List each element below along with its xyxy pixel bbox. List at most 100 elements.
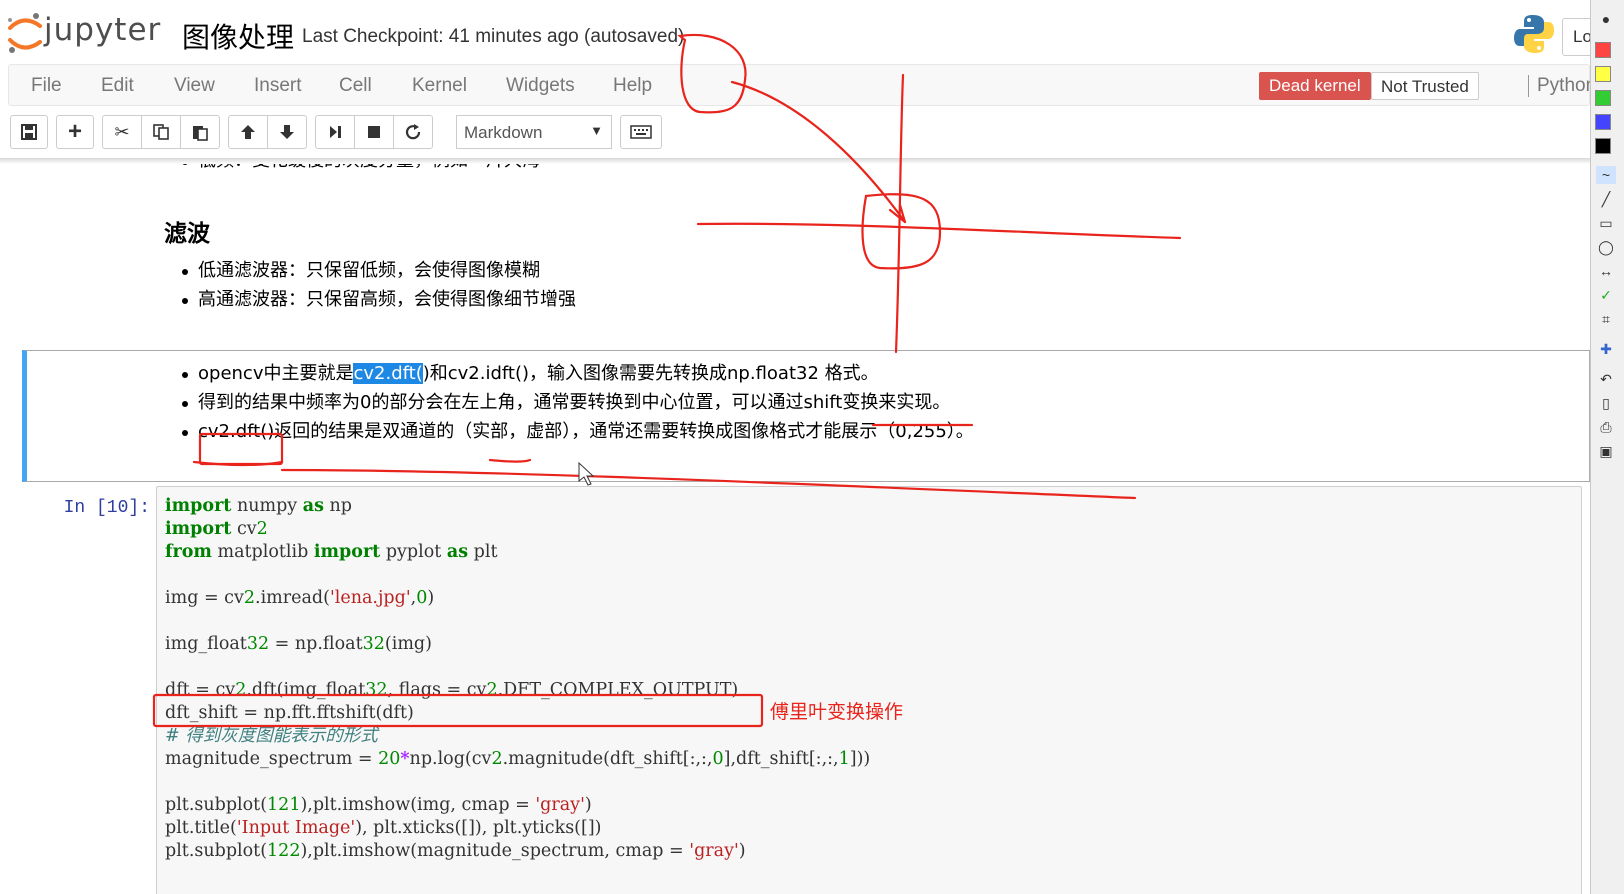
code-line: img = cv2.imread('lena.jpg',0) — [165, 588, 435, 608]
move-down-button[interactable] — [267, 115, 307, 149]
trust-status-button[interactable]: Not Trusted — [1371, 72, 1479, 100]
menu-cell[interactable]: Cell — [339, 75, 372, 97]
kernel-name: Python — [1537, 75, 1597, 96]
restart-button[interactable] — [393, 115, 433, 149]
code-editor[interactable]: import numpy as np import cv2 from matplot… — [156, 486, 1582, 894]
save-icon — [21, 124, 37, 140]
kernel-separator — [1528, 75, 1529, 97]
markdown-heading: 滤波 — [164, 221, 210, 247]
list-item: 高通滤波器：只保留高频，会使得图像细节增强 — [180, 285, 576, 314]
selected-text: cv2.dft( — [353, 363, 423, 384]
print-icon[interactable]: ⎙ — [1596, 418, 1616, 436]
run-button[interactable] — [315, 115, 355, 149]
code-line: magnitude_spectrum = 20*np.log(cv2.magni… — [165, 749, 871, 769]
arrow-down-icon — [280, 125, 294, 139]
code-line: dft = cv2.dft(img_float32, flags = cv2.D… — [165, 680, 739, 700]
markdown-cell-frequency[interactable]: 低频：变化缓慢的灰度分量，例如一片大海 — [180, 164, 540, 175]
code-line: plt.title('Input Image'), plt.xticks([])… — [165, 818, 602, 838]
code-line: import cv2 — [165, 519, 268, 539]
double-arrow-icon[interactable]: ↔ — [1596, 262, 1616, 280]
text-segment: )和cv2.idft()，输入图像需要先转换成np.float32 格式。 — [422, 363, 879, 384]
menu-file[interactable]: File — [31, 75, 62, 97]
code-line: plt.subplot(121),plt.imshow(img, cmap = … — [165, 795, 592, 815]
code-line: from matplotlib import pyplot as plt — [165, 542, 498, 562]
check-icon[interactable]: ✓ — [1596, 286, 1616, 304]
color-swatch-red[interactable] — [1595, 42, 1611, 58]
notebook-header: jupyter 图像处理 Last Checkpoint: 41 minutes… — [0, 0, 1622, 62]
crop-icon[interactable]: ⌗ — [1596, 310, 1616, 328]
menu-view[interactable]: View — [174, 75, 215, 97]
color-swatch-black[interactable] — [1595, 138, 1611, 154]
markdown-cell-filter[interactable]: 低通滤波器：只保留低频，会使得图像模糊 高通滤波器：只保留高频，会使得图像细节增… — [180, 256, 576, 314]
screen-icon[interactable]: ▣ — [1596, 442, 1616, 460]
jupyter-logo-icon — [8, 13, 42, 53]
paste-button[interactable] — [180, 115, 220, 149]
list-item: opencv中主要就是cv2.dft()和cv2.idft()，输入图像需要先转… — [180, 359, 974, 388]
command-palette-button[interactable] — [620, 115, 662, 149]
menu-kernel[interactable]: Kernel — [412, 75, 467, 97]
record-icon[interactable]: ● — [1596, 10, 1616, 28]
copy-button[interactable] — [141, 115, 181, 149]
interrupt-button[interactable] — [354, 115, 394, 149]
cell-type-select[interactable]: Markdown ▼ — [456, 115, 612, 149]
code-line: # 得到灰度图能表示的形式 — [165, 726, 378, 746]
menu-help[interactable]: Help — [613, 75, 652, 97]
code-lines: import numpy as np import cv2 from matplot… — [165, 495, 870, 863]
code-cell[interactable]: In [10]: import numpy as np import cv2 fro… — [0, 486, 1590, 894]
python-logo-icon — [1512, 12, 1556, 56]
menu-edit[interactable]: Edit — [101, 75, 134, 97]
scissors-icon: ✂ — [114, 121, 130, 142]
insert-cell-button[interactable]: + — [56, 115, 94, 149]
keyboard-icon — [630, 125, 652, 139]
menubar: File Edit View Insert Cell Kernel Widget… — [8, 64, 1596, 106]
copy-icon — [153, 124, 169, 140]
ellipse-icon[interactable]: ◯ — [1596, 238, 1616, 256]
undo-icon[interactable]: ↶ — [1596, 370, 1616, 388]
code-line: img_float32 = np.float32(img) — [165, 634, 432, 654]
list-item: 低频：变化缓慢的灰度分量，例如一片大海 — [180, 164, 540, 175]
cell-type-value: Markdown — [464, 123, 543, 142]
rectangle-icon[interactable]: ▭ — [1596, 214, 1616, 232]
menu-insert[interactable]: Insert — [254, 75, 302, 97]
notebook-title[interactable]: 图像处理 — [182, 16, 294, 56]
code-line: plt.subplot(122),plt.imshow(magnitude_sp… — [165, 841, 746, 861]
selected-cell-list: opencv中主要就是cv2.dft()和cv2.idft()，输入图像需要先转… — [180, 359, 974, 446]
annotation-label: 傅里叶变换操作 — [770, 701, 904, 723]
document-icon[interactable]: ▯ — [1596, 394, 1616, 412]
paste-icon — [193, 126, 208, 141]
checkpoint-status: Last Checkpoint: 41 minutes ago (autosav… — [302, 26, 685, 47]
list-item: cv2.dft()返回的结果是双通道的（实部，虚部），通常还需要转换成图像格式才… — [180, 417, 974, 446]
move-up-button[interactable] — [228, 115, 268, 149]
refresh-icon — [405, 124, 421, 140]
toolbar: + ✂ Markdown ▼ — [8, 115, 1590, 151]
freehand-icon[interactable]: ~ — [1596, 166, 1616, 184]
code-line: import numpy as np — [165, 496, 352, 516]
selected-markdown-cell[interactable]: opencv中主要就是cv2.dft()和cv2.idft()，输入图像需要先转… — [22, 350, 1590, 482]
step-forward-icon — [330, 126, 341, 138]
color-swatch-yellow[interactable] — [1595, 66, 1611, 82]
color-swatch-green[interactable] — [1595, 90, 1611, 106]
input-prompt: In [10]: — [63, 498, 150, 518]
plus-icon: + — [67, 118, 82, 145]
cut-button[interactable]: ✂ — [102, 115, 142, 149]
notebook-container: 低频：变化缓慢的灰度分量，例如一片大海 滤波 低通滤波器：只保留低频，会使得图像… — [0, 164, 1590, 894]
list-item: 低通滤波器：只保留低频，会使得图像模糊 — [180, 256, 576, 285]
code-line: dft_shift = np.fft.fftshift(dft) — [165, 703, 414, 723]
text-segment: opencv中主要就是 — [198, 363, 354, 384]
plus-icon[interactable]: ✚ — [1596, 340, 1616, 358]
arrow-up-icon — [241, 125, 255, 139]
caret-down-icon: ▼ — [590, 123, 603, 138]
list-item: 得到的结果中频率为0的部分会在左上角，通常要转换到中心位置，可以通过shift变… — [180, 388, 974, 417]
line-icon[interactable]: ╱ — [1596, 190, 1616, 208]
logo-text: jupyter — [44, 12, 162, 48]
menu-widgets[interactable]: Widgets — [506, 75, 575, 97]
save-button[interactable] — [10, 115, 48, 149]
color-swatch-blue[interactable] — [1595, 114, 1611, 130]
kernel-status-badge[interactable]: Dead kernel — [1259, 72, 1371, 100]
stop-icon — [368, 126, 380, 138]
drawing-toolbar: ● ~ ╱ ▭ ◯ ↔ ✓ ⌗ ✚ ↶ ▯ ⎙ ▣ — [1590, 0, 1624, 894]
